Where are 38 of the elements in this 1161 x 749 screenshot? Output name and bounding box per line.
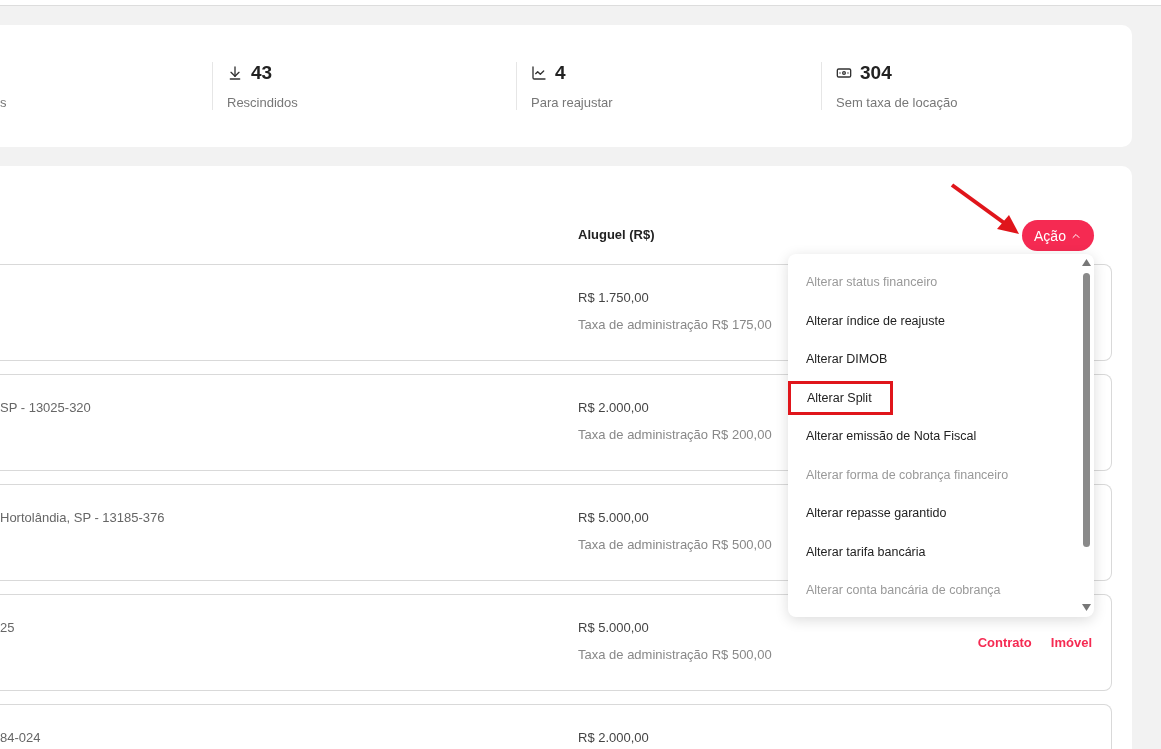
rent-value: R$ 2.000,00 <box>578 730 649 745</box>
stat-value: 4 <box>555 62 566 84</box>
rent-value: R$ 1.750,00 <box>578 290 650 305</box>
address-text: SP - 13025-320 <box>0 400 91 415</box>
stat-label: Para reajustar <box>531 95 614 110</box>
scroll-down-icon[interactable] <box>1082 604 1091 611</box>
download-icon <box>227 65 243 81</box>
menu-item[interactable]: Alterar DIMOB <box>806 352 888 367</box>
rent-value: R$ 5.000,00 <box>578 620 650 635</box>
menu-item[interactable]: Alterar índice de reajuste <box>806 313 945 328</box>
menu-item[interactable]: Alterar repasse garantido <box>806 506 947 521</box>
address-text: 84-024 <box>0 730 41 745</box>
arrow-annotation <box>949 182 1021 236</box>
menu-item[interactable]: Alterar emissão de Nota Fiscal <box>806 429 977 444</box>
action-button[interactable]: Ação <box>1022 220 1094 251</box>
row-link[interactable]: Imóvel <box>1050 635 1092 650</box>
admin-fee-text: Taxa de administração R$ 175,00 <box>578 317 772 332</box>
column-header: Aluguel (R$) <box>578 227 655 242</box>
admin-fee-text: Taxa de administração R$ 500,00 <box>578 537 772 552</box>
scrollbar[interactable] <box>1082 259 1091 611</box>
address-text: 25 <box>0 620 15 635</box>
rent-value: R$ 5.000,00 <box>578 510 650 525</box>
stat-value: 43 <box>251 62 273 84</box>
menu-item[interactable]: Alterar tarifa bancária <box>806 544 926 559</box>
stat-value: 304 <box>860 62 892 84</box>
stat-label: Rescindidos <box>227 95 299 110</box>
address-text: Hortolândia, SP - 13185-376 <box>0 510 165 525</box>
stat-label: s <box>0 95 8 110</box>
admin-fee-text: Taxa de administração R$ 200,00 <box>578 427 772 442</box>
banknote-icon <box>836 65 852 81</box>
scrollbar-thumb[interactable] <box>1083 273 1090 547</box>
admin-fee-text: Taxa de administração R$ 500,00 <box>578 647 772 662</box>
rent-value: R$ 2.000,00 <box>578 400 650 415</box>
row-link[interactable]: Contrato <box>977 635 1032 650</box>
stat-label: Sem taxa de locação <box>836 95 959 110</box>
scroll-up-icon[interactable] <box>1082 259 1091 266</box>
line-chart-icon <box>531 65 547 81</box>
menu-item[interactable]: Alterar Split <box>788 380 893 415</box>
